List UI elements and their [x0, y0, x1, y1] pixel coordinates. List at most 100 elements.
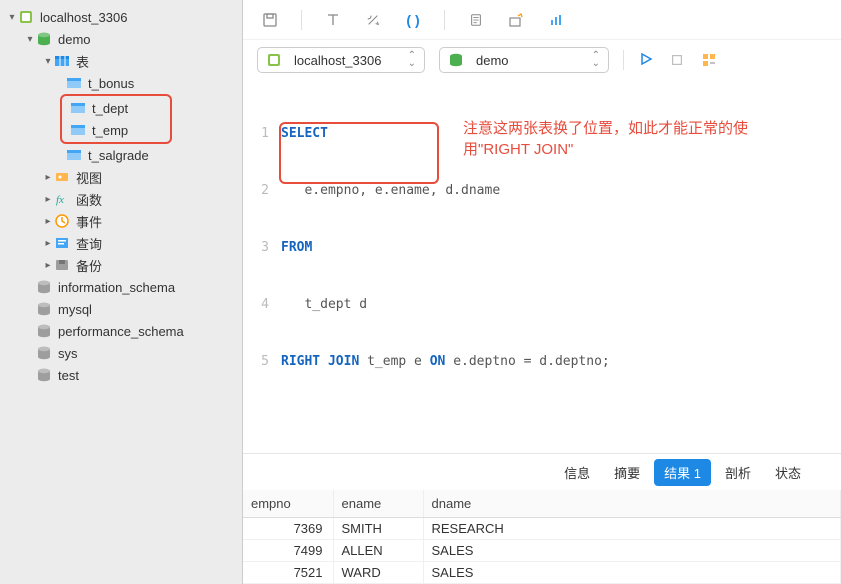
sidebar: ▾ localhost_3306 ▾ demo ▾ 表 t_bonus t_de… [0, 0, 243, 584]
run-button[interactable] [638, 51, 654, 70]
database-icon [36, 301, 52, 317]
parentheses-icon[interactable]: ( ) [404, 11, 422, 29]
database-label: sys [58, 346, 78, 361]
backup-label: 备份 [76, 256, 102, 275]
tree-functions[interactable]: ▸ fx 函数 [0, 188, 242, 210]
sql-editor[interactable]: 1SELECT 2 e.empno, e.ename, d.dname 3FRO… [243, 80, 841, 454]
cell-dname[interactable]: SALES [423, 540, 841, 562]
tab-summary[interactable]: 摘要 [604, 459, 650, 486]
database-icon [36, 323, 52, 339]
table-label: t_emp [92, 123, 128, 138]
tab-profile[interactable]: 剖析 [715, 459, 761, 486]
snippet-icon[interactable] [467, 11, 485, 29]
explain-icon[interactable] [700, 51, 718, 69]
chart-icon[interactable] [547, 11, 565, 29]
functions-label: 函数 [76, 190, 102, 209]
event-icon [54, 213, 70, 229]
tab-result[interactable]: 结果 1 [654, 459, 711, 486]
tree-database-sys[interactable]: sys [0, 342, 242, 364]
tab-info[interactable]: 信息 [554, 459, 600, 486]
updown-icon: ⌃⌄ [592, 52, 600, 68]
database-icon [36, 367, 52, 383]
cell-ename[interactable]: ALLEN [333, 540, 423, 562]
sql-keyword: RIGHT JOIN [281, 354, 367, 369]
table-row[interactable]: 7521WARDSALES [243, 562, 841, 584]
connection-combo[interactable]: localhost_3306 ⌃⌄ [257, 47, 425, 73]
col-empno[interactable]: empno [243, 490, 333, 518]
tree-tables-folder[interactable]: ▾ 表 [0, 50, 242, 72]
cell-empno[interactable]: 7521 [243, 562, 333, 584]
table-label: t_bonus [88, 76, 134, 91]
results-panel: empno ename dname 7369SMITHRESEARCH7499A… [243, 490, 841, 584]
database-icon [36, 31, 52, 47]
highlight-box-tables: t_dept t_emp [60, 94, 172, 144]
table-icon [66, 147, 82, 163]
chevron-right-icon: ▸ [42, 194, 54, 205]
table-icon [66, 75, 82, 91]
database-label: information_schema [58, 280, 175, 295]
tree-table-t_emp[interactable]: t_emp [64, 119, 168, 141]
connection-icon [266, 52, 282, 68]
cell-dname[interactable]: SALES [423, 562, 841, 584]
views-label: 视图 [76, 168, 102, 187]
database-icon [448, 52, 464, 68]
tree-table-t_dept[interactable]: t_dept [64, 97, 168, 119]
results-table[interactable]: empno ename dname 7369SMITHRESEARCH7499A… [243, 490, 841, 584]
sql-keyword: ON [430, 354, 453, 369]
chevron-right-icon: ▸ [42, 238, 54, 249]
sql-text: t_emp e [367, 354, 430, 369]
chevron-right-icon: ▸ [42, 260, 54, 271]
tree-backup[interactable]: ▸ 备份 [0, 254, 242, 276]
export-icon[interactable] [507, 11, 525, 29]
sql-text: t_dept d [281, 295, 841, 314]
text-tool-icon[interactable] [324, 11, 342, 29]
cell-ename[interactable]: SMITH [333, 518, 423, 540]
main-panel: ( ) localhost_3306 ⌃⌄ demo ⌃⌄ 1SELECT [243, 0, 841, 584]
tree-database-information_schema[interactable]: information_schema [0, 276, 242, 298]
events-label: 事件 [76, 212, 102, 231]
tree-table-t_bonus[interactable]: t_bonus [0, 72, 242, 94]
beautify-icon[interactable] [364, 11, 382, 29]
cell-empno[interactable]: 7369 [243, 518, 333, 540]
tree-table-t_salgrade[interactable]: t_salgrade [0, 144, 242, 166]
database-label: performance_schema [58, 324, 184, 339]
chevron-right-icon: ▸ [42, 216, 54, 227]
sql-text: e.deptno = d.deptno; [453, 354, 610, 369]
tree-database-performance_schema[interactable]: performance_schema [0, 320, 242, 342]
col-ename[interactable]: ename [333, 490, 423, 518]
tree-database-mysql[interactable]: mysql [0, 298, 242, 320]
database-combo[interactable]: demo ⌃⌄ [439, 47, 609, 73]
stop-button[interactable] [668, 51, 686, 69]
database-label: mysql [58, 302, 92, 317]
database-combo-label: demo [476, 53, 509, 68]
annotation-text: 注意这两张表换了位置，如此才能正常的使用"RIGHT JOIN" [463, 118, 783, 160]
separator [301, 10, 302, 30]
connection-row: localhost_3306 ⌃⌄ demo ⌃⌄ [243, 40, 841, 80]
tab-status[interactable]: 状态 [765, 459, 811, 486]
query-icon [54, 235, 70, 251]
col-dname[interactable]: dname [423, 490, 841, 518]
tree-views[interactable]: ▸ 视图 [0, 166, 242, 188]
save-icon[interactable] [261, 11, 279, 29]
cell-empno[interactable]: 7499 [243, 540, 333, 562]
table-row[interactable]: 7369SMITHRESEARCH [243, 518, 841, 540]
database-icon [36, 345, 52, 361]
tree-database-test[interactable]: test [0, 364, 242, 386]
cell-ename[interactable]: WARD [333, 562, 423, 584]
table-row[interactable]: 7499ALLENSALES [243, 540, 841, 562]
highlight-box-sql [279, 122, 439, 184]
table-icon [70, 100, 86, 116]
database-icon [36, 279, 52, 295]
tree-events[interactable]: ▸ 事件 [0, 210, 242, 232]
cell-dname[interactable]: RESEARCH [423, 518, 841, 540]
svg-text:fx: fx [56, 194, 64, 206]
tree-database[interactable]: ▾ demo [0, 28, 242, 50]
separator [444, 10, 445, 30]
tree-queries[interactable]: ▸ 查询 [0, 232, 242, 254]
connection-label: localhost_3306 [40, 10, 127, 25]
tables-folder-label: 表 [76, 52, 89, 71]
editor-toolbar: ( ) [243, 0, 841, 40]
tree-connection[interactable]: ▾ localhost_3306 [0, 6, 242, 28]
table-group-icon [54, 53, 70, 69]
table-icon [70, 122, 86, 138]
